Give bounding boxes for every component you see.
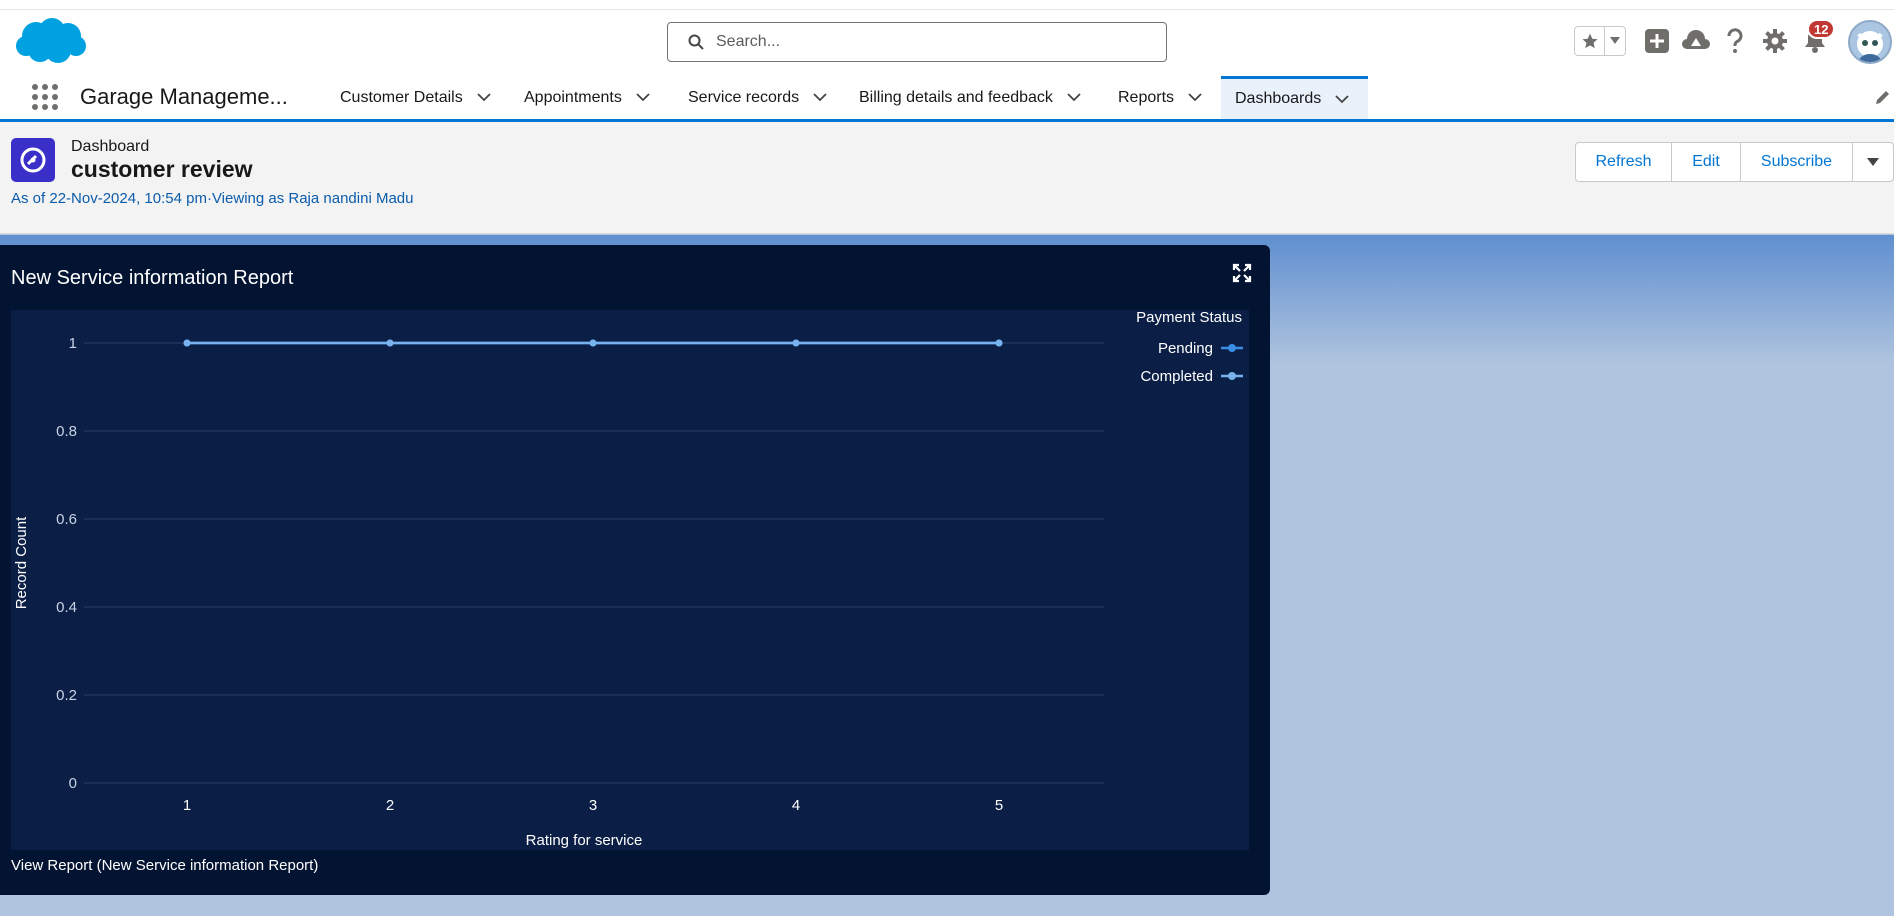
nav-item-service-records[interactable]: Service records xyxy=(672,76,829,119)
user-avatar[interactable] xyxy=(1848,20,1892,64)
favorites-dropdown-icon[interactable] xyxy=(1605,27,1625,55)
x-tick-label: 3 xyxy=(589,797,597,814)
dashboard-title: customer review xyxy=(71,156,253,182)
data-point xyxy=(792,339,800,347)
nav-item-billing-details[interactable]: Billing details and feedback xyxy=(843,76,1083,119)
view-report-link[interactable]: View Report (New Service information Rep… xyxy=(11,857,318,874)
edit-button[interactable]: Edit xyxy=(1672,143,1741,181)
chart-area: 0 0.2 0.4 0.6 0.8 1 1 2 3 4 5 Rating for service Rec… xyxy=(11,310,1249,850)
nav-item-label: Reports xyxy=(1118,88,1175,106)
search-input[interactable] xyxy=(716,33,1156,51)
x-tick-label: 1 xyxy=(183,797,191,814)
as-of-timestamp: As of 22-Nov-2024, 10:54 pm xyxy=(11,190,207,207)
nav-item-label: Billing details and feedback xyxy=(859,88,1053,106)
x-tick-label: 4 xyxy=(792,797,800,814)
dashboard-meta: As of 22-Nov-2024, 10:54 pm·Viewing as R… xyxy=(11,190,413,207)
data-point xyxy=(183,339,191,347)
chevron-down-icon[interactable] xyxy=(1067,90,1083,106)
data-point xyxy=(386,339,394,347)
settings-gear-icon[interactable] xyxy=(1760,26,1790,56)
legend-marker xyxy=(1228,344,1236,352)
subscribe-button[interactable]: Subscribe xyxy=(1741,143,1853,181)
chevron-down-icon[interactable] xyxy=(636,90,652,106)
nav-item-appointments[interactable]: Appointments xyxy=(508,76,652,119)
edit-nav-pencil-icon[interactable] xyxy=(1874,88,1892,106)
app-navigation-bar: Garage Manageme... Customer Details Appo… xyxy=(0,76,1894,122)
favorites-control xyxy=(1574,26,1626,56)
y-tick-label: 1 xyxy=(69,335,77,352)
x-axis-label: Rating for service xyxy=(526,832,643,849)
viewing-as-user: ·Viewing as Raja nandini Madu xyxy=(206,190,414,207)
y-tick-label: 0 xyxy=(69,775,77,792)
salesforce-logo[interactable] xyxy=(14,16,88,68)
more-actions-dropdown[interactable] xyxy=(1853,143,1893,181)
y-axis-label: Record Count xyxy=(13,516,30,609)
chevron-down-icon[interactable] xyxy=(813,90,829,106)
legend-label: Completed xyxy=(1140,368,1213,385)
chevron-down-icon[interactable] xyxy=(1335,91,1351,107)
app-launcher-waffle-icon[interactable] xyxy=(30,82,60,112)
dashboard-actions: Refresh Edit Subscribe xyxy=(1575,142,1894,182)
nav-item-label: Service records xyxy=(688,88,800,106)
y-tick-label: 0.4 xyxy=(56,599,77,616)
caret-down-icon xyxy=(1867,158,1879,166)
global-search[interactable] xyxy=(667,22,1167,62)
trailhead-guidance-icon[interactable] xyxy=(1681,26,1711,56)
legend-label: Pending xyxy=(1158,340,1213,357)
browser-top-strip xyxy=(0,0,1894,10)
dashboard-icon xyxy=(11,138,55,182)
global-actions-add-icon[interactable] xyxy=(1642,26,1672,56)
chevron-down-icon[interactable] xyxy=(1188,90,1204,106)
nav-item-label: Appointments xyxy=(524,88,622,106)
data-point xyxy=(589,339,597,347)
dashboard-type-label: Dashboard xyxy=(71,138,150,155)
x-tick-label: 5 xyxy=(995,797,1003,814)
nav-item-customer-details[interactable]: Customer Details xyxy=(324,76,493,119)
data-point xyxy=(995,339,1003,347)
chart-widget: New Service information Report 0 0.2 0.4 0.… xyxy=(0,245,1270,895)
nav-item-reports[interactable]: Reports xyxy=(1102,76,1204,119)
favorite-star-icon[interactable] xyxy=(1575,27,1605,55)
dashboard-header: Dashboard customer review As of 22-Nov-2… xyxy=(0,122,1894,234)
refresh-button[interactable]: Refresh xyxy=(1576,143,1672,181)
nav-item-label: Customer Details xyxy=(340,88,463,106)
x-tick-label: 2 xyxy=(386,797,394,814)
notification-count-badge: 12 xyxy=(1807,19,1836,39)
y-tick-label: 0.6 xyxy=(56,511,77,528)
widget-title: New Service information Report xyxy=(11,267,294,289)
global-header: 12 xyxy=(0,10,1894,76)
y-tick-label: 0.2 xyxy=(56,687,77,704)
app-name: Garage Manageme... xyxy=(80,84,288,109)
help-icon[interactable] xyxy=(1720,26,1750,56)
legend-marker xyxy=(1228,372,1236,380)
line-chart: 0 0.2 0.4 0.6 0.8 1 1 2 3 4 5 Rating for service Rec… xyxy=(13,310,1243,849)
legend-title: Payment Status xyxy=(1136,310,1242,326)
search-icon xyxy=(688,34,704,50)
chevron-down-icon[interactable] xyxy=(477,90,493,106)
nav-item-label: Dashboards xyxy=(1235,90,1322,107)
nav-item-dashboards[interactable]: Dashboards xyxy=(1221,76,1368,119)
y-tick-label: 0.8 xyxy=(56,423,77,440)
expand-icon[interactable] xyxy=(1232,263,1252,283)
